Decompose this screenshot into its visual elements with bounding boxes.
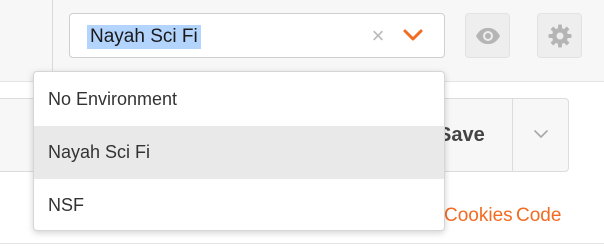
gear-icon bbox=[548, 24, 571, 47]
chevron-down-icon bbox=[534, 130, 548, 138]
environment-selected-value[interactable]: Nayah Sci Fi bbox=[87, 25, 201, 49]
environment-quick-look-button[interactable] bbox=[465, 13, 510, 58]
environment-option-no-environment[interactable]: No Environment bbox=[34, 73, 444, 126]
close-icon[interactable]: × bbox=[367, 24, 389, 48]
save-button[interactable]: Save bbox=[436, 98, 513, 172]
environment-option-nayah-sci-fi[interactable]: Nayah Sci Fi bbox=[34, 126, 444, 179]
save-options-button[interactable] bbox=[513, 98, 568, 172]
chevron-down-icon[interactable] bbox=[401, 27, 425, 45]
section-divider bbox=[0, 243, 604, 244]
environment-dropdown: No Environment Nayah Sci Fi NSF bbox=[33, 71, 445, 231]
environment-option-nsf[interactable]: NSF bbox=[34, 179, 444, 230]
manage-environments-button[interactable] bbox=[537, 13, 582, 58]
eye-icon bbox=[475, 27, 500, 44]
cookies-link[interactable]: Cookies bbox=[444, 204, 513, 228]
code-link[interactable]: Code bbox=[516, 204, 561, 228]
header-divider bbox=[52, 0, 53, 82]
environment-selector[interactable]: Nayah Sci Fi × bbox=[69, 13, 445, 58]
